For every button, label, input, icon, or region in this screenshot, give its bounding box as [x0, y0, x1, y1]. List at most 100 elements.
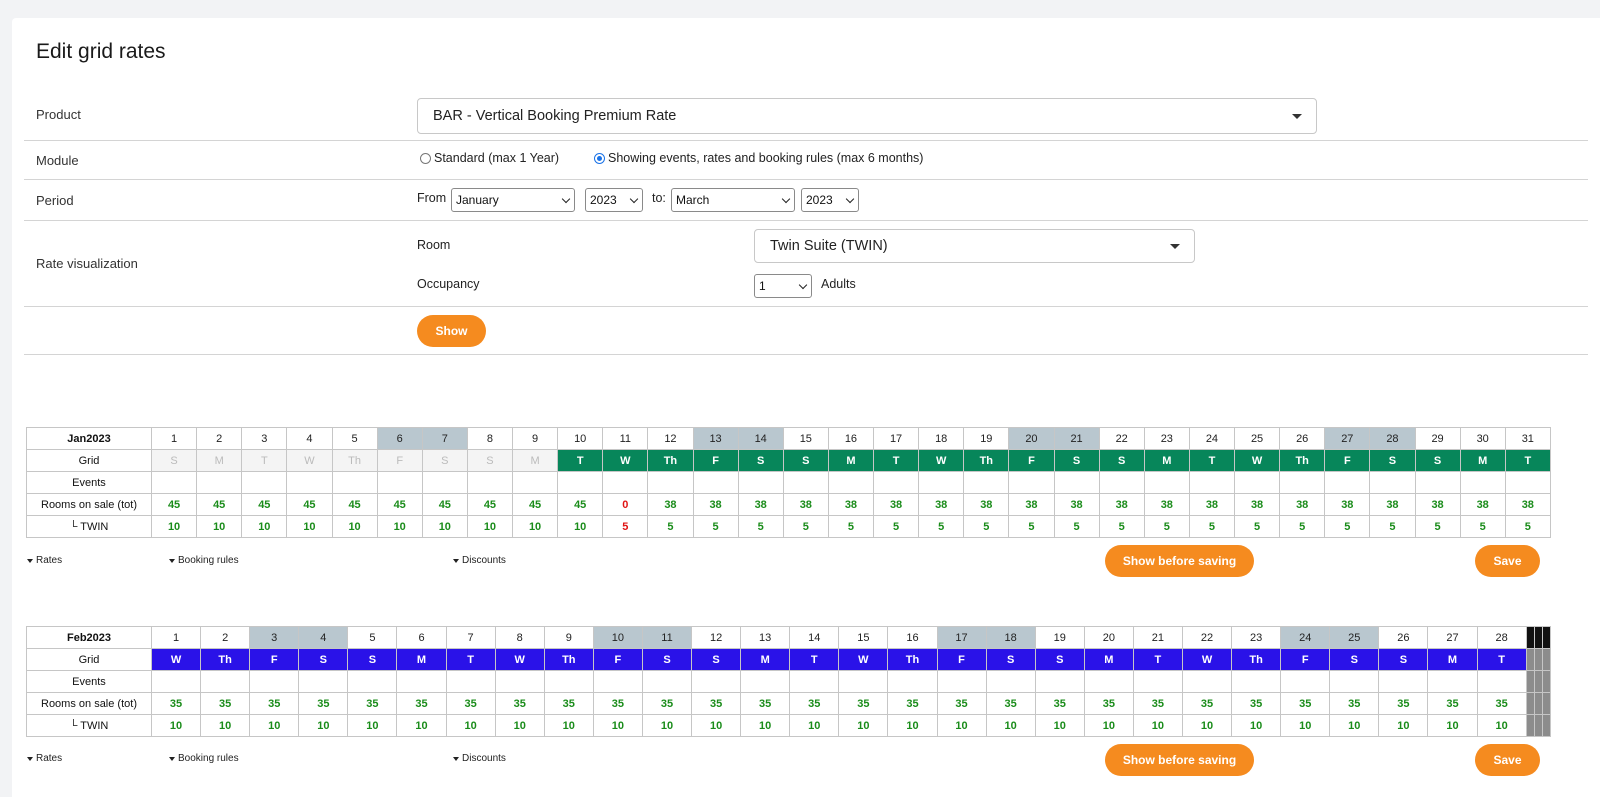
discounts-toggle-jan[interactable]: Discounts — [453, 555, 506, 566]
twin-cell[interactable]: 10 — [200, 714, 251, 737]
twin-cell[interactable]: 10 — [241, 515, 288, 538]
event-cell[interactable] — [838, 670, 889, 693]
event-cell[interactable] — [985, 670, 1036, 693]
event-cell[interactable] — [963, 471, 1010, 494]
twin-cell[interactable]: 5 — [872, 515, 920, 538]
event-cell[interactable] — [1378, 670, 1429, 693]
grid-day-cell[interactable]: W — [494, 648, 545, 671]
twin-cell[interactable]: 10 — [985, 714, 1036, 737]
grid-day-cell[interactable]: Th — [963, 449, 1010, 472]
grid-day-cell[interactable]: F — [1280, 648, 1331, 671]
event-cell[interactable] — [1476, 670, 1527, 693]
rates-toggle-jan[interactable]: Rates — [27, 555, 62, 566]
twin-cell[interactable]: 10 — [511, 515, 559, 538]
grid-day-cell[interactable]: S — [298, 648, 349, 671]
twin-cell[interactable]: 5 — [1504, 515, 1551, 538]
twin-cell[interactable]: 5 — [918, 515, 965, 538]
event-cell[interactable] — [557, 471, 604, 494]
save-button-feb[interactable]: Save — [1475, 744, 1540, 776]
grid-day-cell[interactable]: Th — [200, 648, 251, 671]
grid-day-cell[interactable]: S — [985, 648, 1036, 671]
event-cell[interactable] — [1369, 471, 1416, 494]
event-cell[interactable] — [1132, 670, 1183, 693]
twin-cell[interactable]: 10 — [466, 515, 514, 538]
twin-cell[interactable]: 10 — [286, 515, 333, 538]
event-cell[interactable] — [1053, 471, 1100, 494]
grid-day-cell[interactable]: F — [249, 648, 300, 671]
grid-day-cell[interactable]: W — [1181, 648, 1233, 671]
grid-day-cell[interactable]: S — [1378, 648, 1429, 671]
twin-cell[interactable]: 10 — [740, 714, 791, 737]
booking-rules-toggle-feb[interactable]: Booking rules — [169, 753, 239, 764]
grid-day-cell[interactable]: W — [602, 449, 649, 472]
event-cell[interactable] — [1504, 471, 1551, 494]
grid-day-cell[interactable]: S — [1369, 449, 1416, 472]
event-cell[interactable] — [1329, 670, 1380, 693]
grid-day-cell[interactable]: Th — [543, 648, 594, 671]
event-cell[interactable] — [1098, 471, 1145, 494]
event-cell[interactable] — [1280, 670, 1331, 693]
twin-cell[interactable]: 10 — [196, 515, 243, 538]
grid-day-cell[interactable]: S — [691, 648, 742, 671]
twin-cell[interactable]: 5 — [602, 515, 649, 538]
grid-day-cell[interactable]: Th — [887, 648, 938, 671]
grid-day-cell[interactable]: Th — [1279, 449, 1326, 472]
event-cell[interactable] — [1279, 471, 1326, 494]
grid-day-cell[interactable]: M — [1143, 449, 1190, 472]
twin-cell[interactable]: 10 — [331, 515, 378, 538]
room-select[interactable]: Twin Suite (TWIN) — [754, 229, 1195, 263]
grid-day-cell[interactable]: M — [1083, 648, 1134, 671]
grid-day-cell[interactable]: M — [1427, 648, 1478, 671]
event-cell[interactable] — [150, 471, 198, 494]
grid-day-cell[interactable]: S — [1053, 449, 1100, 472]
grid-day-cell[interactable]: F — [592, 648, 643, 671]
grid-day-cell[interactable]: T — [789, 648, 840, 671]
event-cell[interactable] — [1231, 670, 1282, 693]
event-cell[interactable] — [1143, 471, 1190, 494]
grid-day-cell[interactable]: W — [838, 648, 889, 671]
event-cell[interactable] — [445, 670, 496, 693]
grid-day-cell[interactable]: T — [1504, 449, 1551, 472]
twin-cell[interactable]: 10 — [691, 714, 742, 737]
twin-cell[interactable]: 5 — [1008, 515, 1055, 538]
event-cell[interactable] — [1459, 471, 1506, 494]
grid-day-cell[interactable]: S — [641, 648, 693, 671]
grid-day-cell[interactable]: F — [692, 449, 739, 472]
event-cell[interactable] — [887, 670, 938, 693]
twin-cell[interactable]: 10 — [396, 714, 447, 737]
event-cell[interactable] — [286, 471, 333, 494]
twin-cell[interactable]: 10 — [543, 714, 594, 737]
event-cell[interactable] — [1083, 670, 1134, 693]
event-cell[interactable] — [789, 670, 840, 693]
grid-day-cell[interactable]: S — [347, 648, 398, 671]
twin-cell[interactable]: 5 — [737, 515, 784, 538]
module-radio-events[interactable]: Showing events, rates and booking rules … — [594, 151, 923, 165]
grid-day-cell[interactable]: F — [1324, 449, 1371, 472]
twin-cell[interactable]: 5 — [827, 515, 875, 538]
twin-cell[interactable]: 10 — [592, 714, 643, 737]
event-cell[interactable] — [647, 471, 694, 494]
twin-cell[interactable]: 5 — [1324, 515, 1371, 538]
event-cell[interactable] — [249, 670, 300, 693]
occupancy-select[interactable]: 1 — [754, 274, 812, 298]
event-cell[interactable] — [602, 471, 649, 494]
twin-cell[interactable]: 10 — [1476, 714, 1527, 737]
twin-cell[interactable]: 5 — [1098, 515, 1145, 538]
event-cell[interactable] — [241, 471, 288, 494]
grid-day-cell[interactable]: M — [396, 648, 447, 671]
twin-cell[interactable]: 10 — [249, 714, 300, 737]
event-cell[interactable] — [376, 471, 423, 494]
grid-day-cell[interactable]: M — [740, 648, 791, 671]
twin-cell[interactable]: 10 — [936, 714, 987, 737]
event-cell[interactable] — [298, 670, 349, 693]
grid-day-cell[interactable]: F — [936, 648, 987, 671]
radio-standard[interactable] — [420, 152, 431, 164]
event-cell[interactable] — [782, 471, 829, 494]
rates-toggle-feb[interactable]: Rates — [27, 753, 62, 764]
grid-day-cell[interactable]: W — [150, 648, 202, 671]
event-cell[interactable] — [1181, 670, 1233, 693]
twin-cell[interactable]: 10 — [1329, 714, 1380, 737]
event-cell[interactable] — [196, 471, 243, 494]
twin-cell[interactable]: 5 — [1414, 515, 1461, 538]
twin-cell[interactable]: 10 — [1427, 714, 1478, 737]
